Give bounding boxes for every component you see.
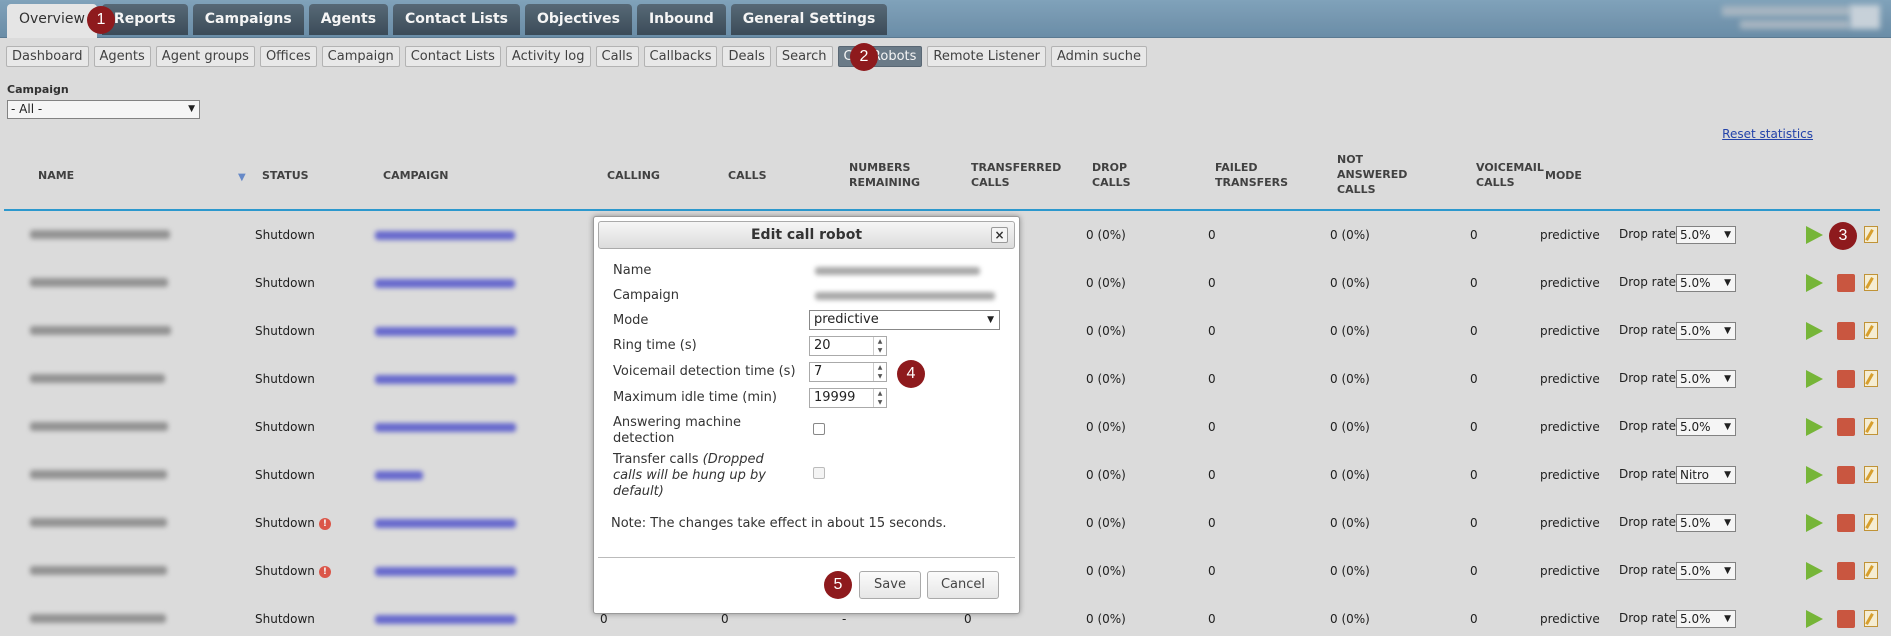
transfer-calls-checkbox[interactable] xyxy=(813,467,825,479)
chevron-down-icon: ▼ xyxy=(987,315,994,325)
mode-label: Mode xyxy=(613,313,649,328)
amd-label: Answering machine detection xyxy=(613,415,741,446)
spinner-arrows-icon[interactable]: ▲ ▼ xyxy=(873,389,886,407)
ring-time-label: Ring time (s) xyxy=(613,338,697,353)
ring-time-value: 20 xyxy=(814,338,831,353)
voicemail-detection-label: Voicemail detection time (s) xyxy=(613,364,796,379)
spinner-arrows-icon[interactable]: ▲ ▼ xyxy=(873,363,886,381)
name-field[interactable] xyxy=(809,261,999,281)
edit-call-robot-dialog: Edit call robot × Name Campaign Mode pre… xyxy=(593,216,1020,614)
transfer-calls-text: Transfer calls xyxy=(613,452,699,467)
dialog-note: Note: The changes take effect in about 1… xyxy=(611,516,947,531)
campaign-value-blurred xyxy=(815,292,995,300)
close-icon[interactable]: × xyxy=(991,227,1008,243)
callout-badge-4: 4 xyxy=(897,360,925,388)
cancel-button[interactable]: Cancel xyxy=(927,571,999,599)
transfer-calls-label: Transfer calls (Dropped calls will be hu… xyxy=(613,452,773,500)
callout-badge-5: 5 xyxy=(824,571,852,599)
mode-select-value: predictive xyxy=(814,312,879,327)
name-label: Name xyxy=(613,263,652,278)
amd-checkbox[interactable] xyxy=(813,423,825,435)
callout-badge-3: 3 xyxy=(1829,222,1857,250)
mode-select[interactable]: predictive ▼ xyxy=(809,310,1000,330)
campaign-field xyxy=(809,286,999,306)
callout-badge-1: 1 xyxy=(87,6,115,34)
voicemail-detection-input[interactable]: 7 ▲ ▼ xyxy=(809,362,887,382)
dialog-divider xyxy=(598,557,1015,558)
ring-time-input[interactable]: 20 ▲ ▼ xyxy=(809,336,887,356)
voicemail-detection-value: 7 xyxy=(814,364,823,379)
dialog-title-text: Edit call robot xyxy=(750,227,863,243)
max-idle-label: Maximum idle time (min) xyxy=(613,390,777,405)
dialog-title: Edit call robot × xyxy=(598,221,1015,249)
save-button[interactable]: Save xyxy=(859,571,921,599)
callout-badge-2: 2 xyxy=(850,43,878,71)
spinner-arrows-icon[interactable]: ▲ ▼ xyxy=(873,337,886,355)
max-idle-value: 19999 xyxy=(814,390,856,405)
name-value-blurred xyxy=(815,267,980,275)
campaign-label: Campaign xyxy=(613,288,680,303)
max-idle-input[interactable]: 19999 ▲ ▼ xyxy=(809,388,887,408)
